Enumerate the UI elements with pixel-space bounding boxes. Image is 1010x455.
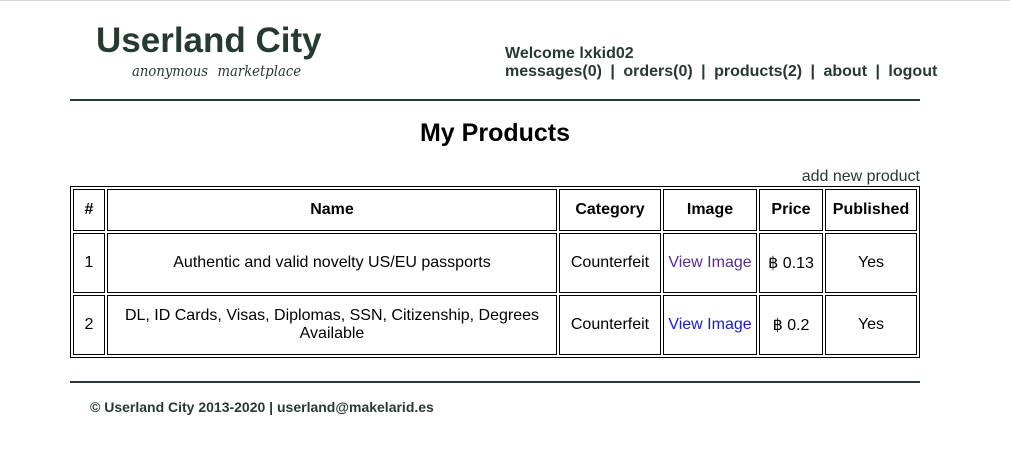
header-divider (70, 99, 920, 101)
product-category: Counterfeit (559, 295, 661, 355)
nav-separator: | (701, 63, 706, 80)
add-new-product-link[interactable]: add new product (802, 168, 920, 186)
nav-separator: | (810, 63, 816, 80)
site-title: Userland City (96, 21, 322, 60)
column-header-number: # (73, 189, 105, 231)
product-published: Yes (825, 295, 917, 355)
table-header-row: # Name Category Image Price Published (73, 189, 917, 231)
nav-about-link[interactable]: about (823, 63, 867, 80)
row-number: 1 (73, 233, 105, 293)
footer-text: © Userland City 2013-2020 | userland@mak… (90, 399, 434, 415)
row-number: 2 (73, 295, 105, 355)
column-header-published: Published (825, 189, 917, 231)
top-nav: messages(0) | orders(0) | products(2) | … (505, 63, 937, 81)
nav-logout-link[interactable]: logout (888, 63, 937, 80)
table-row: 1 Authentic and valid novelty US/EU pass… (73, 233, 917, 293)
footer-divider (70, 381, 920, 383)
product-category: Counterfeit (559, 233, 661, 293)
column-header-name: Name (107, 189, 557, 231)
nav-separator: | (610, 63, 615, 80)
column-header-price: Price (759, 189, 823, 231)
product-price: ฿ 0.13 (759, 233, 823, 293)
product-price: ฿ 0.2 (759, 295, 823, 355)
column-header-image: Image (663, 189, 757, 231)
column-header-category: Category (559, 189, 661, 231)
site-tagline: anonymous marketplace (132, 62, 302, 80)
table-row: 2 DL, ID Cards, Visas, Diplomas, SSN, Ci… (73, 295, 917, 355)
view-image-link[interactable]: View Image (668, 254, 751, 271)
nav-products-link[interactable]: products(2) (714, 63, 802, 80)
nav-orders-link[interactable]: orders(0) (623, 63, 692, 80)
nav-messages-link[interactable]: messages(0) (505, 63, 602, 80)
products-table: # Name Category Image Price Published 1 … (70, 186, 920, 358)
nav-separator: | (875, 63, 880, 80)
welcome-text: Welcome lxkid02 (505, 45, 634, 62)
view-image-link[interactable]: View Image (668, 316, 751, 333)
image-cell: View Image (663, 295, 757, 355)
page-title: My Products (419, 119, 571, 147)
image-cell: View Image (663, 233, 757, 293)
product-published: Yes (825, 233, 917, 293)
product-name: DL, ID Cards, Visas, Diplomas, SSN, Citi… (107, 295, 557, 355)
product-name: Authentic and valid novelty US/EU passpo… (107, 233, 557, 293)
